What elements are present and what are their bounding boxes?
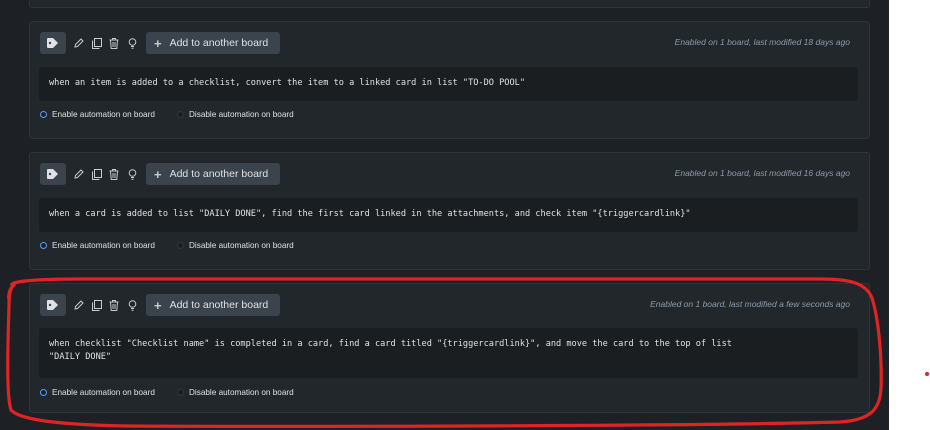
rule-meta: Enabled on 1 board, last modified a few … xyxy=(650,299,850,309)
ideas-button[interactable] xyxy=(125,166,139,182)
edit-button[interactable] xyxy=(72,297,86,313)
add-to-another-board-button[interactable]: + Add to another board xyxy=(146,32,280,54)
rule-card-1: + Add to another board Enabled on 1 boar… xyxy=(29,21,870,139)
delete-button[interactable] xyxy=(107,297,121,313)
copy-button[interactable] xyxy=(90,297,104,313)
delete-icon xyxy=(109,299,119,311)
tag-button[interactable] xyxy=(40,294,66,316)
enable-automation-label: Enable automation on board xyxy=(52,241,155,250)
red-annotation-dot xyxy=(925,372,929,376)
previous-rule-card-edge xyxy=(29,0,870,8)
copy-icon xyxy=(92,168,102,180)
tag-icon xyxy=(47,38,58,48)
disable-automation-radio[interactable]: Disable automation on board xyxy=(177,388,294,397)
enable-automation-label: Enable automation on board xyxy=(52,110,155,119)
disable-automation-label: Disable automation on board xyxy=(189,110,294,119)
rule-meta: Enabled on 1 board, last modified 18 day… xyxy=(674,37,850,47)
add-to-another-board-button[interactable]: + Add to another board xyxy=(146,294,280,316)
copy-button[interactable] xyxy=(90,166,104,182)
lightbulb-icon xyxy=(128,37,136,49)
delete-icon xyxy=(109,37,119,49)
disable-automation-label: Disable automation on board xyxy=(189,388,294,397)
delete-button[interactable] xyxy=(107,166,121,182)
delete-button[interactable] xyxy=(107,35,121,51)
tag-icon xyxy=(47,169,58,179)
add-to-another-board-button[interactable]: + Add to another board xyxy=(146,163,280,185)
tag-button[interactable] xyxy=(40,32,66,54)
radio-selected-indicator xyxy=(40,389,47,396)
edit-icon xyxy=(74,169,84,179)
rule-card-2: + Add to another board Enabled on 1 boar… xyxy=(29,152,870,270)
plus-icon: + xyxy=(154,297,162,313)
radio-unselected-indicator xyxy=(177,111,184,118)
enable-automation-radio[interactable]: Enable automation on board xyxy=(40,388,155,397)
automation-rules-panel: + Add to another board Enabled on 1 boar… xyxy=(0,0,889,430)
tag-button[interactable] xyxy=(40,163,66,185)
ideas-button[interactable] xyxy=(125,35,139,51)
copy-icon xyxy=(92,299,102,311)
rule-card-3: + Add to another board Enabled on 1 boar… xyxy=(29,283,870,413)
radio-selected-indicator xyxy=(40,242,47,249)
edit-icon xyxy=(74,38,84,48)
tag-icon xyxy=(47,300,58,310)
edit-button[interactable] xyxy=(72,35,86,51)
radio-unselected-indicator xyxy=(177,242,184,249)
enable-automation-label: Enable automation on board xyxy=(52,388,155,397)
copy-icon xyxy=(92,37,102,49)
rule-meta: Enabled on 1 board, last modified 16 day… xyxy=(674,168,850,178)
disable-automation-radio[interactable]: Disable automation on board xyxy=(177,110,294,119)
delete-icon xyxy=(109,168,119,180)
rule-description: when a card is added to list "DAILY DONE… xyxy=(39,198,858,232)
add-to-another-board-label: Add to another board xyxy=(169,168,269,180)
rule-toolbar: + Add to another board Enabled on 1 boar… xyxy=(40,32,860,54)
disable-automation-label: Disable automation on board xyxy=(189,241,294,250)
add-to-another-board-label: Add to another board xyxy=(169,299,269,311)
plus-icon: + xyxy=(154,35,162,51)
rule-description: when an item is added to a checklist, co… xyxy=(39,67,858,101)
edit-icon xyxy=(74,300,84,310)
enable-automation-radio[interactable]: Enable automation on board xyxy=(40,110,155,119)
lightbulb-icon xyxy=(128,299,136,311)
disable-automation-radio[interactable]: Disable automation on board xyxy=(177,241,294,250)
rule-toolbar: + Add to another board Enabled on 1 boar… xyxy=(40,163,860,185)
radio-unselected-indicator xyxy=(177,389,184,396)
plus-icon: + xyxy=(154,166,162,182)
copy-button[interactable] xyxy=(90,35,104,51)
rule-description: when checklist "Checklist name" is compl… xyxy=(39,328,858,378)
enable-automation-radio[interactable]: Enable automation on board xyxy=(40,241,155,250)
lightbulb-icon xyxy=(128,168,136,180)
edit-button[interactable] xyxy=(72,166,86,182)
add-to-another-board-label: Add to another board xyxy=(169,37,269,49)
ideas-button[interactable] xyxy=(125,297,139,313)
rule-toolbar: + Add to another board Enabled on 1 boar… xyxy=(40,294,860,316)
radio-selected-indicator xyxy=(40,111,47,118)
